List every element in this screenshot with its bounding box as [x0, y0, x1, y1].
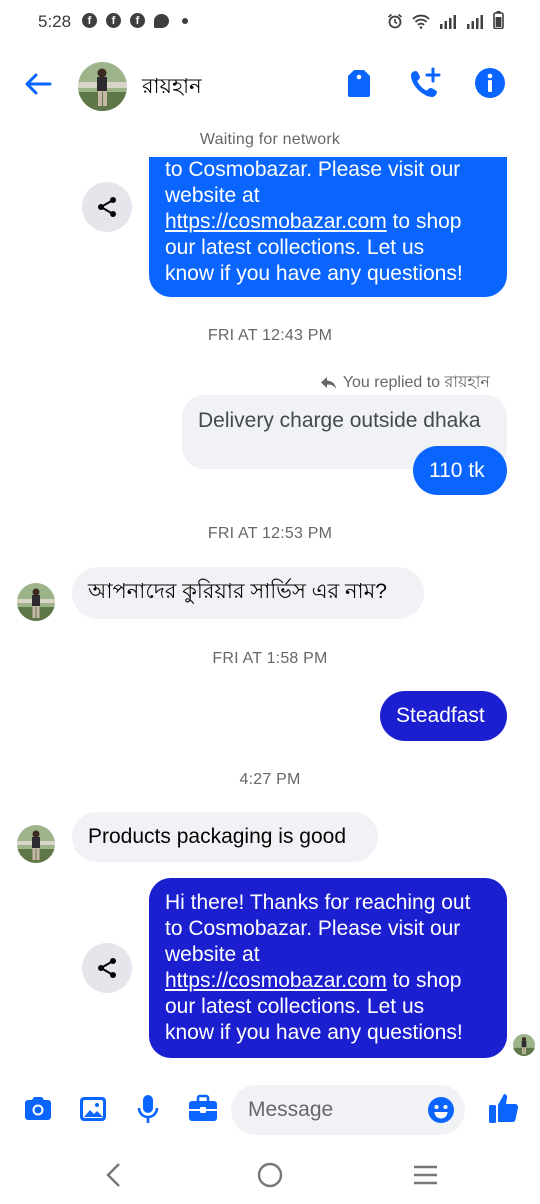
message-line: to Cosmobazar. Please visit our: [165, 917, 461, 940]
timestamp: FRI AT 12:43 PM: [207, 327, 333, 344]
nav-home-icon[interactable]: [256, 1161, 284, 1189]
contact-avatar[interactable]: [78, 62, 127, 111]
camera-icon[interactable]: [21, 1092, 55, 1126]
thumbs-up-icon[interactable]: [487, 1090, 521, 1126]
facebook-notification-icon: f: [130, 13, 145, 28]
notification-icons: f f f: [82, 13, 188, 28]
contact-name[interactable]: রায়হান: [142, 70, 202, 105]
seen-receipt-avatar: [513, 1034, 535, 1056]
outgoing-message-bubble[interactable]: 110 tk: [413, 446, 507, 495]
wifi-icon: [412, 14, 430, 29]
message-line: know if you have any questions!: [165, 262, 463, 285]
chat-notification-icon: [154, 13, 169, 28]
message-text: to shop: [386, 969, 462, 992]
timestamp: FRI AT 12:53 PM: [207, 525, 333, 542]
replied-label: You replied to রায়হান: [342, 374, 490, 391]
message-text: 110 tk: [429, 459, 485, 482]
info-icon[interactable]: [473, 66, 507, 100]
message-placeholder: Message: [248, 1098, 334, 1121]
signal-icon: [440, 15, 456, 29]
reply-arrow-icon: [320, 376, 336, 389]
message-line: know if you have any questions!: [165, 1021, 463, 1044]
share-button[interactable]: [82, 182, 132, 232]
message-text: Steadfast: [396, 704, 485, 727]
outgoing-message-bubble[interactable]: Steadfast: [380, 691, 507, 741]
incoming-message-bubble[interactable]: Products packaging is good: [72, 812, 378, 862]
sender-avatar[interactable]: [17, 825, 55, 863]
quoted-text: Delivery charge outside dhaka: [198, 409, 481, 432]
add-call-icon[interactable]: [408, 66, 442, 100]
message-line: Hi there! Thanks for reaching out: [165, 891, 471, 914]
briefcase-icon[interactable]: [186, 1092, 220, 1126]
signal-icon: [467, 15, 483, 29]
share-icon: [98, 958, 116, 978]
microphone-icon[interactable]: [131, 1092, 165, 1126]
status-bar: 5:28 f f f: [0, 0, 540, 44]
message-input[interactable]: Message: [231, 1085, 465, 1135]
system-navigation-bar: [0, 1150, 540, 1204]
alarm-icon: [387, 13, 403, 29]
network-status: Waiting for network: [199, 131, 341, 148]
facebook-notification-icon: f: [106, 13, 121, 28]
website-link[interactable]: https://cosmobazar.com: [165, 969, 387, 992]
back-arrow-icon[interactable]: [22, 68, 54, 100]
message-line: website at: [165, 943, 260, 966]
message-line: our latest collections. Let us: [165, 995, 425, 1018]
timestamp: FRI AT 1:58 PM: [212, 650, 328, 667]
timestamp: 4:27 PM: [239, 771, 301, 788]
share-icon: [98, 197, 116, 217]
message-line: our latest collections. Let us: [165, 236, 425, 259]
conversation-header: রায়হান: [0, 44, 540, 124]
reply-indicator: You replied to রায়হান: [320, 369, 490, 396]
system-icons: [387, 11, 504, 29]
message-line: website at: [165, 184, 260, 207]
image-icon[interactable]: [76, 1092, 110, 1126]
message-line: to Cosmobazar. Please visit our: [165, 158, 461, 181]
sender-avatar[interactable]: [17, 583, 55, 621]
emoji-icon[interactable]: [427, 1096, 455, 1124]
outgoing-message-bubble[interactable]: Hi there! Thanks for reaching out to Cos…: [149, 878, 507, 1058]
nav-recents-icon[interactable]: [412, 1164, 439, 1186]
message-text: to shop: [386, 210, 462, 233]
more-notifications-icon: [182, 17, 188, 24]
tag-icon[interactable]: [342, 66, 376, 100]
message-text: Products packaging is good: [88, 825, 346, 848]
website-link[interactable]: https://cosmobazar.com: [165, 210, 387, 233]
share-button[interactable]: [82, 943, 132, 993]
outgoing-message-bubble[interactable]: to Cosmobazar. Please visit our website …: [149, 157, 507, 297]
message-text: আপনাদের কুরিয়ার সার্ভিস এর নাম?: [88, 580, 387, 603]
status-time: 5:28: [38, 12, 72, 31]
facebook-notification-icon: f: [82, 13, 97, 28]
incoming-message-bubble[interactable]: আপনাদের কুরিয়ার সার্ভিস এর নাম?: [72, 567, 424, 619]
battery-icon: [493, 11, 504, 29]
nav-back-icon[interactable]: [103, 1162, 125, 1188]
message-composer: Message: [0, 1080, 540, 1140]
